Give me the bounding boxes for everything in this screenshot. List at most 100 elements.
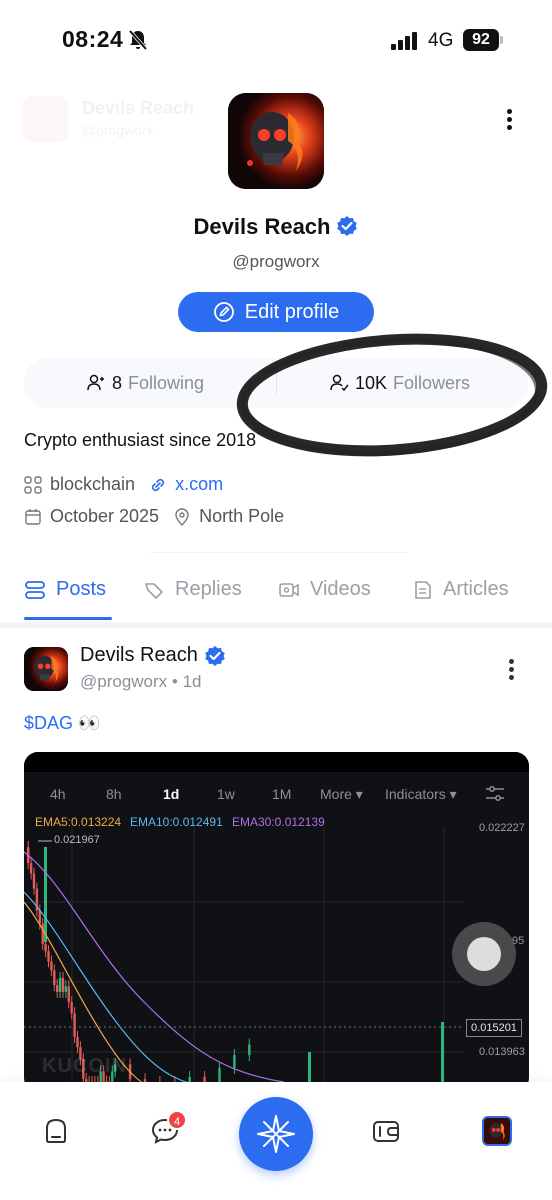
chart-candle — [44, 847, 47, 942]
ema5-label: EMA5:0.013224 — [35, 815, 122, 829]
post-author-avatar[interactable] — [24, 647, 68, 691]
tab-articles-label: Articles — [443, 578, 509, 600]
status-bar: 08:24 4G 92 — [0, 0, 552, 82]
collapsed-header: Devils Reach @progworx — [22, 96, 222, 144]
eyes-emoji: 👀 — [78, 713, 101, 733]
chart-candle — [70, 1002, 73, 1014]
chart-candle — [41, 923, 44, 944]
edit-profile-button[interactable]: Edit profile — [178, 292, 374, 332]
posts-icon — [25, 580, 45, 599]
chart-candle — [32, 873, 36, 889]
skull-avatar-image — [228, 93, 324, 189]
profile-tag[interactable]: blockchain — [50, 474, 135, 495]
following-icon — [87, 374, 104, 391]
location: North Pole — [199, 506, 285, 526]
current-price-marker: 0.015201 — [466, 1019, 522, 1037]
bottom-navigation: 4 — [0, 1082, 552, 1200]
tab-videos[interactable]: Videos — [278, 578, 371, 601]
chart-candle — [50, 961, 53, 971]
followers-count: 10K — [355, 372, 388, 393]
collapsed-handle: @progworx — [82, 122, 154, 138]
post-handle: @progworx — [80, 672, 168, 691]
edit-profile-label: Edit profile — [244, 300, 340, 323]
timeframe-1w: 1w — [217, 786, 235, 802]
location-pin-icon — [175, 507, 189, 526]
timeframe-more: More ▾ — [320, 786, 363, 802]
timeframe-1m: 1M — [272, 786, 292, 802]
chart-candle — [233, 1055, 236, 1068]
tab-replies[interactable]: Replies — [143, 578, 242, 601]
divider — [150, 552, 408, 553]
tab-posts[interactable]: Posts — [24, 578, 106, 601]
candlestick-chart — [24, 827, 464, 1092]
collapsed-avatar — [22, 96, 68, 142]
wallet-icon[interactable] — [371, 1116, 401, 1146]
ticker-link[interactable]: $DAG — [24, 713, 73, 733]
exchange-watermark: KUCOIN — [42, 1055, 127, 1077]
status-time: 08:24 — [62, 26, 124, 52]
profile-handle: @progworx — [232, 252, 320, 271]
profile-avatar[interactable] — [228, 93, 324, 189]
chart-candle — [58, 977, 62, 993]
followers-stat[interactable]: 10K Followers — [329, 358, 470, 408]
post-author-name-text: Devils Reach — [80, 644, 198, 666]
grid-tag-icon — [24, 475, 42, 494]
post-text: $DAG 👀 — [24, 713, 100, 734]
skull-avatar-image — [484, 1118, 510, 1144]
chart-candle — [53, 970, 56, 986]
profile-name: Devils Reach — [0, 214, 552, 240]
indicators-menu: Indicators ▾ — [385, 786, 457, 802]
post-chart-image[interactable]: 4h 8h 1d 1w 1M More ▾ Indicators ▾ EMA5:… — [24, 752, 529, 1092]
articles-icon — [415, 580, 431, 599]
calendar-icon — [25, 508, 41, 525]
chart-candle — [218, 1067, 221, 1082]
joined-date: October 2025 — [50, 506, 160, 526]
chart-candle — [61, 977, 65, 992]
verified-badge-icon — [205, 645, 225, 666]
ema10-label: EMA10:0.012491 — [130, 815, 223, 829]
post-more-options-icon[interactable] — [502, 656, 522, 684]
chart-candle — [248, 1044, 251, 1056]
verified-badge-icon — [337, 216, 358, 236]
section-separator — [0, 622, 552, 628]
link-icon — [151, 478, 165, 491]
chat-badge: 4 — [167, 1110, 187, 1130]
chart-candle — [56, 985, 59, 993]
profile-link[interactable]: x.com — [175, 474, 223, 495]
skull-avatar-image — [24, 647, 68, 691]
tab-posts-label: Posts — [56, 578, 107, 600]
edit-icon — [213, 302, 234, 322]
post-author-name[interactable]: Devils Reach — [80, 644, 226, 667]
post-age: 1d — [182, 672, 202, 691]
profile-bio: Crypto enthusiast since 2018 — [24, 430, 257, 450]
ema30-label: EMA30:0.012139 — [232, 815, 325, 829]
followers-icon — [330, 374, 349, 392]
tab-articles[interactable]: Articles — [411, 578, 509, 601]
profile-avatar[interactable] — [482, 1116, 512, 1146]
center-action-button[interactable] — [239, 1097, 313, 1171]
following-count: 8 — [112, 372, 123, 393]
chart-high-label: 0.021967 — [54, 834, 100, 846]
profile-meta-row-2: October 2025 North Pole — [24, 506, 284, 527]
profile-tabs: Posts Replies Videos Articles — [0, 570, 552, 622]
profile-name-text: Devils Reach — [193, 214, 331, 239]
follow-stats: 8 Following 10K Followers — [24, 358, 528, 408]
following-stat[interactable]: 8 Following — [86, 358, 204, 408]
timeframe-8h: 8h — [106, 786, 122, 802]
videos-icon — [279, 582, 299, 597]
signal-icon — [391, 32, 417, 50]
chart-candle — [29, 863, 33, 874]
timeframe-1d: 1d — [163, 786, 180, 802]
chart-candle — [73, 1013, 76, 1037]
chart-candle — [76, 1036, 79, 1048]
following-label: Following — [128, 372, 205, 393]
home-icon[interactable] — [41, 1116, 71, 1146]
replies-icon — [145, 582, 163, 599]
floating-assist-button[interactable] — [452, 922, 516, 986]
more-options-icon[interactable] — [500, 106, 520, 134]
chart-candle — [67, 986, 70, 1003]
followers-label: Followers — [393, 372, 471, 393]
timeframe-4h: 4h — [50, 786, 66, 802]
active-tab-indicator — [24, 617, 112, 620]
post-meta: @progworx • 1d — [80, 672, 202, 691]
